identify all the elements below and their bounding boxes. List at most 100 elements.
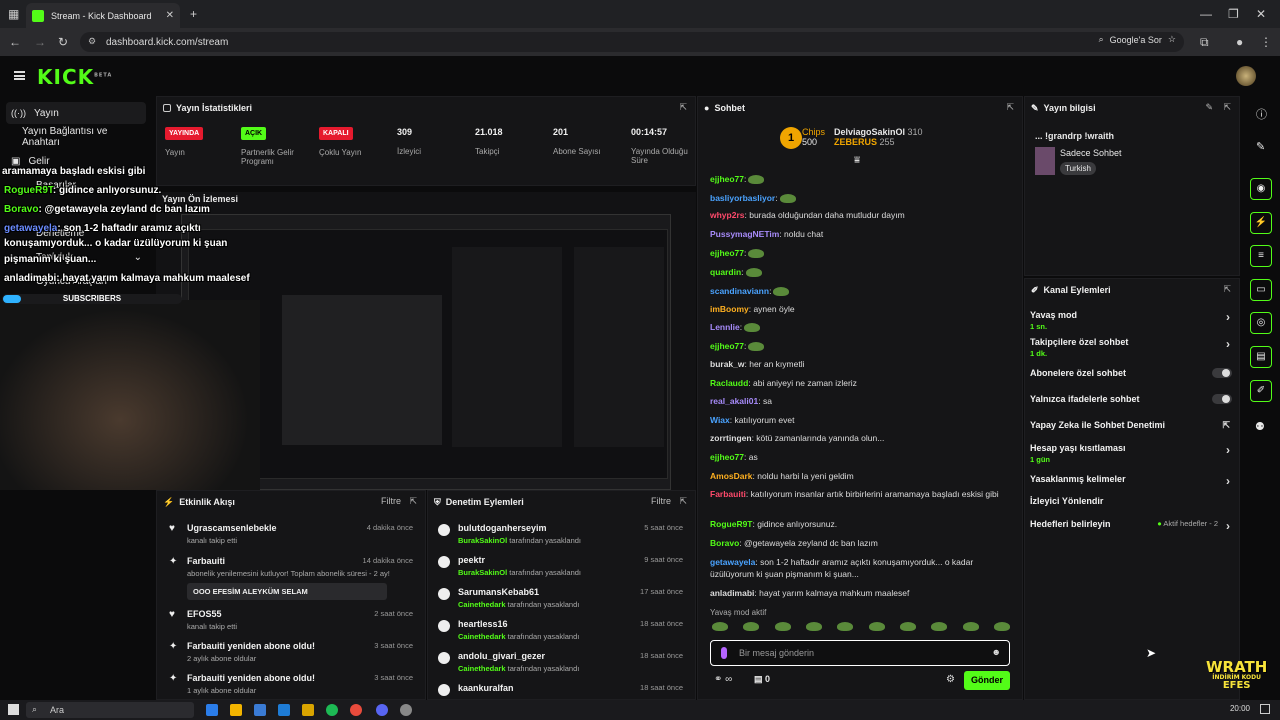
chat-username[interactable]: ejjheo77 [710,341,744,351]
action-ai-moderation[interactable]: Yapay Zeka ile Sohbet Denetimi ⇱ [1030,420,1234,430]
send-button[interactable]: Gönder [964,671,1010,690]
info-icon[interactable]: ⓘ [1256,106,1267,122]
chat-input[interactable]: Bir mesaj gönderin ☻ [710,640,1010,666]
emote-icon[interactable] [962,622,979,631]
chat-username[interactable]: Lennlie [710,322,740,332]
close-tab-icon[interactable]: ✕ [166,10,174,21]
chat-username[interactable]: getawayela [710,557,755,567]
chat-username[interactable]: zorrtingen [710,433,752,443]
layout-icon[interactable]: ▤ [1250,346,1272,368]
emote-icon[interactable] [868,622,885,631]
browser-tab[interactable]: Stream - Kick Dashboard ✕ [26,3,180,28]
forward-icon[interactable]: → [34,36,46,48]
channel-points[interactable]: ▤ 0 [754,674,770,685]
hamburger-menu-icon[interactable] [14,71,25,80]
spotify-icon[interactable] [326,704,338,716]
emote-icon[interactable] [805,622,822,631]
new-tab-icon[interactable]: + [190,8,197,20]
chat-username[interactable]: Raclaudd [710,378,748,388]
bookmark-star-icon[interactable]: ☆ [1168,34,1176,45]
activity-filter-button[interactable]: Filtre [381,496,401,506]
edge-icon[interactable] [206,704,218,716]
chat-username[interactable]: ejjheo77 [710,174,744,184]
broadcast-icon[interactable]: ◎ [1250,312,1272,334]
chat-username[interactable]: imBoomy [710,304,749,314]
action-account-age[interactable]: Hesap yaşı kısıtlaması 1 gün › [1030,443,1234,464]
emote-icon[interactable] [899,622,916,631]
chat-username[interactable]: scandinaviann [710,286,769,296]
maximize-icon[interactable]: ❐ [1228,8,1239,20]
list-icon[interactable]: ≡ [1250,245,1272,267]
emote-icon[interactable] [774,622,791,631]
plugin-icon[interactable]: ⚉ [1255,420,1265,433]
chat-username[interactable]: basliyorbasliyor [710,193,775,203]
extensions-icon[interactable]: ⧉ [1200,36,1209,48]
chat-username[interactable]: burak_w [710,359,745,369]
user-avatar[interactable] [1236,66,1256,86]
menu-dots-icon[interactable]: ⋮ [1260,36,1272,48]
site-info-icon[interactable]: ⚙ [88,36,96,47]
emote-icon[interactable] [743,622,760,631]
minimize-icon[interactable]: — [1200,8,1212,20]
chat-username[interactable]: ejjheo77 [710,248,744,258]
action-goals[interactable]: Hedefleri belirleyin ● Aktif hedefler - 2… [1030,519,1234,533]
chat-username[interactable]: PussymagNETim [710,229,779,239]
emote-icon[interactable] [837,622,854,631]
chat-settings-icon[interactable]: ⚙ [946,674,955,685]
popout-icon[interactable]: ⇱ [1223,102,1231,113]
pencil-icon[interactable]: ✎ [1256,140,1265,153]
emoji-icon[interactable]: ☻ [992,647,1001,657]
action-sub-only[interactable]: Abonelere özel sohbet [1030,368,1234,378]
action-slow-mode[interactable]: Yavaş mod 1 sn. › [1030,310,1234,331]
chat-username[interactable]: Wiax [710,415,730,425]
notification-icon[interactable] [1260,704,1270,714]
chat-username[interactable]: anladimabi [710,588,754,598]
nav-item-yayin[interactable]: ((·)) Yayın [6,102,146,124]
reload-icon[interactable]: ↻ [58,36,68,48]
store-icon[interactable] [254,704,266,716]
action-host[interactable]: İzleyici Yönlendir [1030,496,1234,506]
windows-start-icon[interactable] [8,704,19,715]
popout-icon[interactable]: ⇱ [1223,284,1231,295]
emote-icon[interactable] [931,622,948,631]
emote-only-toggle[interactable] [1212,394,1232,404]
chat-username[interactable]: ejjheo77 [710,452,744,462]
chat-users-icon[interactable]: ⚭ ∞ [714,674,732,685]
outlook-icon[interactable] [278,704,290,716]
chat-username[interactable]: AmosDark [710,471,753,481]
google-search-button[interactable]: Google'a Sor [1110,35,1162,45]
zoom-icon[interactable]: ⌕ [1099,34,1104,45]
chat-username[interactable]: whyp2rs [710,210,745,220]
chat-username[interactable]: Boravo [710,538,739,548]
emote-icon[interactable] [712,622,728,631]
profile-icon[interactable]: ● [1236,36,1243,48]
folder-icon[interactable] [302,704,314,716]
chat-username[interactable]: quardin [710,267,741,277]
popout-icon[interactable]: ⇱ [1006,102,1014,113]
tab-list-icon[interactable]: ▦ [8,8,19,20]
back-icon[interactable]: ← [9,36,21,48]
chat-username[interactable]: Farbauiti [710,489,746,499]
chat-bubble-icon[interactable]: ▭ [1250,279,1272,301]
chat-username[interactable]: RogueR9T [710,519,753,529]
discord-icon[interactable] [376,704,388,716]
popout-icon[interactable]: ⇱ [679,102,687,113]
popout-icon[interactable]: ⇱ [409,496,417,507]
action-follower-only[interactable]: Takipçilere özel sohbet 1 dk. › [1030,337,1234,358]
popout-icon[interactable]: ⇱ [679,496,687,507]
close-window-icon[interactable]: ✕ [1256,8,1266,20]
camera-icon[interactable]: ◉ [1250,178,1272,200]
chat-username[interactable]: real_akali01 [710,396,758,406]
kick-logo[interactable]: KICKBETA [37,65,112,89]
sub-only-toggle[interactable] [1212,368,1232,378]
address-bar[interactable]: ⚙ dashboard.kick.com/stream ⌕ Google'a S… [80,32,1184,52]
file-explorer-icon[interactable] [230,704,242,716]
chrome-icon[interactable] [350,704,362,716]
nav-item-stream-key[interactable]: Yayın Bağlantısı ve Anahtarı [6,126,146,148]
action-banned-words[interactable]: Yasaklanmış kelimeler › [1030,474,1234,488]
moderation-filter-button[interactable]: Filtre [651,496,671,506]
edit-icon[interactable]: ✎ [1205,102,1213,113]
collapse-icon[interactable]: ⩸ [854,155,860,166]
lightning-icon[interactable]: ⚡ [1250,212,1272,234]
action-emote-only[interactable]: Yalnızca ifadelerle sohbet [1030,394,1234,404]
